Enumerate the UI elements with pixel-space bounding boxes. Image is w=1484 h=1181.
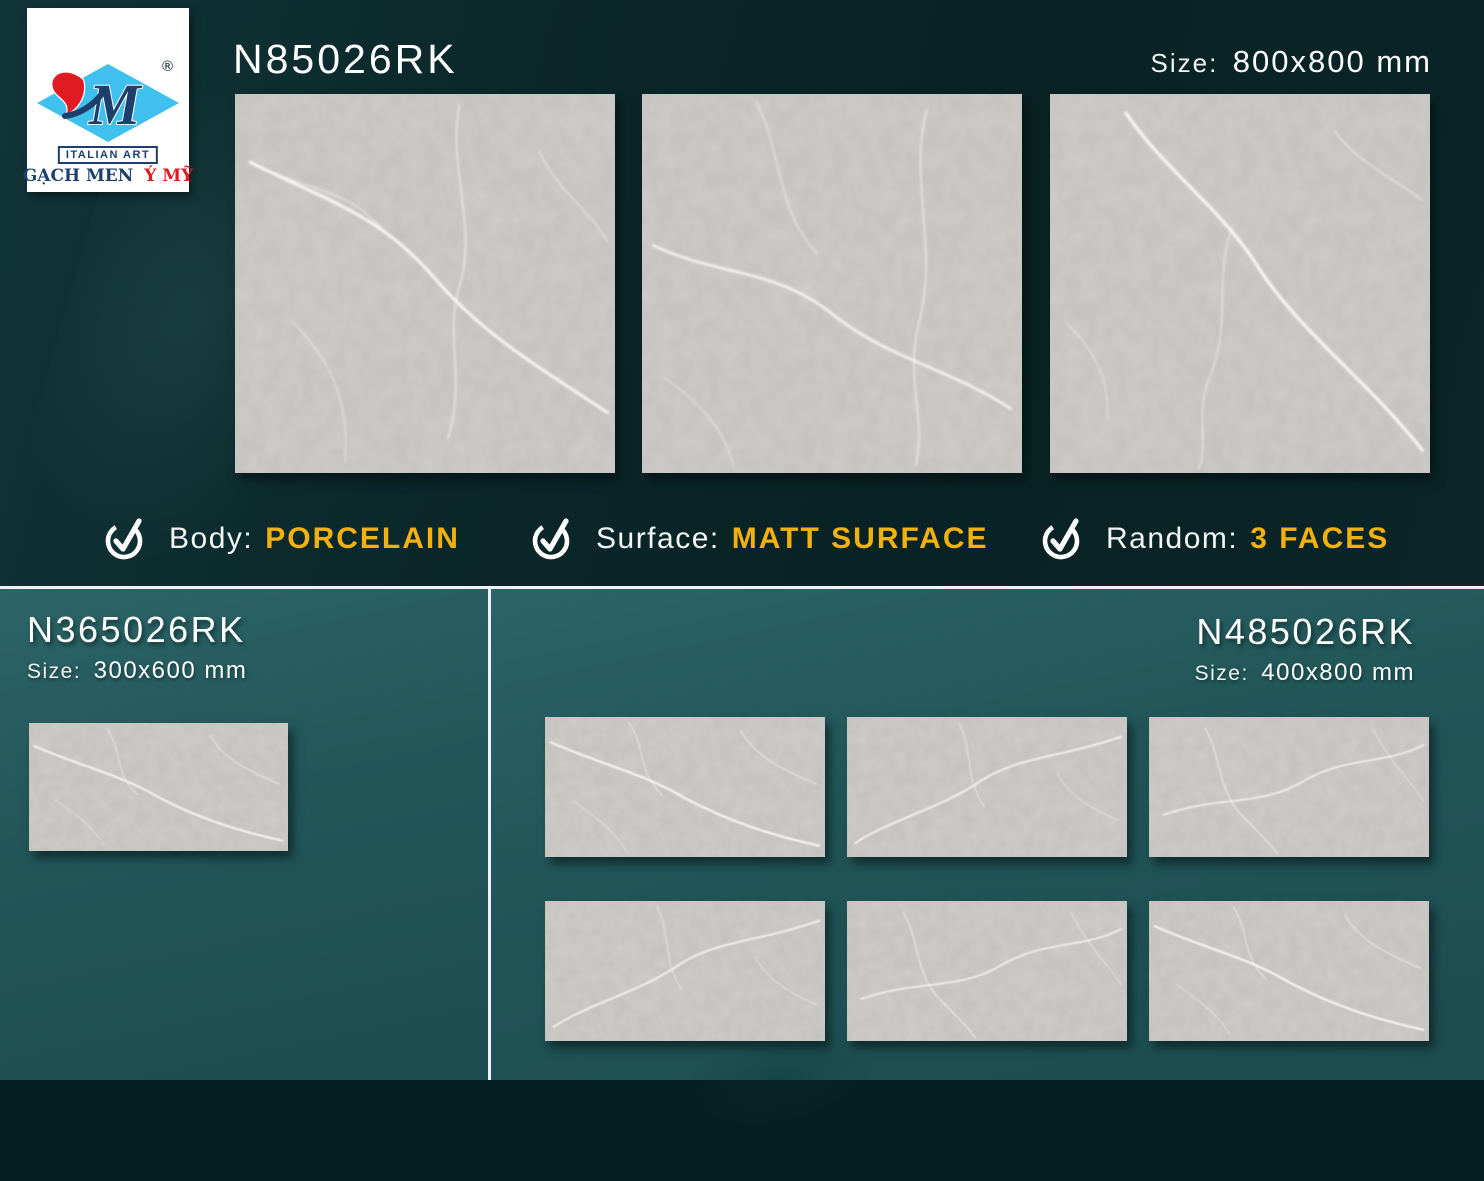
brand-logo: M ® ITALIAN ART GẠCH MEN Ý MỸ [27, 8, 189, 192]
size-value: 800x800 mm [1233, 44, 1432, 79]
logo-brand-name: GẠCH MEN Ý MỸ [23, 166, 193, 186]
tile-sample-800x800-3 [1050, 94, 1430, 473]
tile-sample-400x800-1 [545, 717, 825, 857]
product-code-400x800: N485026RK [1195, 611, 1415, 653]
ym-monogram-icon: M [37, 58, 179, 146]
size-label: Size: [27, 660, 81, 683]
tile-sample-800x800-2 [642, 94, 1022, 473]
tile-sample-400x800-4 [545, 901, 825, 1041]
panel-400x800: N485026RK Size: 400x800 mm [491, 589, 1484, 1080]
product-code-300x600: N365026RK [27, 609, 247, 651]
feature-surface-label: Surface: [596, 522, 720, 556]
feature-body: Body: PORCELAIN [103, 508, 460, 570]
size-line-800x800: Size: 800x800 mm [1151, 44, 1432, 80]
logo-y-swoosh [52, 73, 84, 114]
size-label: Size: [1195, 662, 1249, 685]
tile-sample-400x800-2 [847, 717, 1127, 857]
logo-brand-name-red: Ý MỸ [144, 166, 193, 186]
panel-300x600: N365026RK Size: 300x600 mm [0, 589, 488, 1080]
feature-surface: Surface: MATT SURFACE [530, 508, 989, 570]
top-section: M ® ITALIAN ART GẠCH MEN Ý MỸ N85026RK S… [0, 0, 1484, 586]
logo-italian-art-label: ITALIAN ART [58, 146, 158, 164]
feature-surface-value: MATT SURFACE [732, 522, 989, 556]
tile-sample-400x800-5 [847, 901, 1127, 1041]
check-icon [1040, 514, 1086, 564]
tile-sample-800x800-1 [235, 94, 615, 473]
feature-random-value: 3 FACES [1250, 522, 1389, 556]
tile-sample-400x800-6 [1149, 901, 1429, 1041]
size-value: 300x600 mm [94, 657, 248, 684]
tile-sample-400x800-3 [1149, 717, 1429, 857]
size-line-300x600: Size: 300x600 mm [27, 657, 247, 685]
product-code-800x800: N85026RK [233, 36, 458, 83]
logo-brand-name-blue: GẠCH MEN [23, 166, 134, 186]
check-icon [530, 514, 576, 564]
size-label: Size: [1151, 48, 1219, 78]
logo-m-letter: M [88, 72, 143, 137]
size-line-400x800: Size: 400x800 mm [1195, 659, 1415, 687]
feature-random: Random: 3 FACES [1040, 508, 1389, 570]
feature-random-label: Random: [1106, 522, 1238, 556]
tile-sample-300x600 [29, 723, 288, 851]
check-icon [103, 514, 149, 564]
registered-mark: ® [162, 58, 173, 75]
feature-body-value: PORCELAIN [265, 522, 460, 556]
size-value: 400x800 mm [1261, 659, 1415, 686]
feature-body-label: Body: [169, 522, 253, 556]
